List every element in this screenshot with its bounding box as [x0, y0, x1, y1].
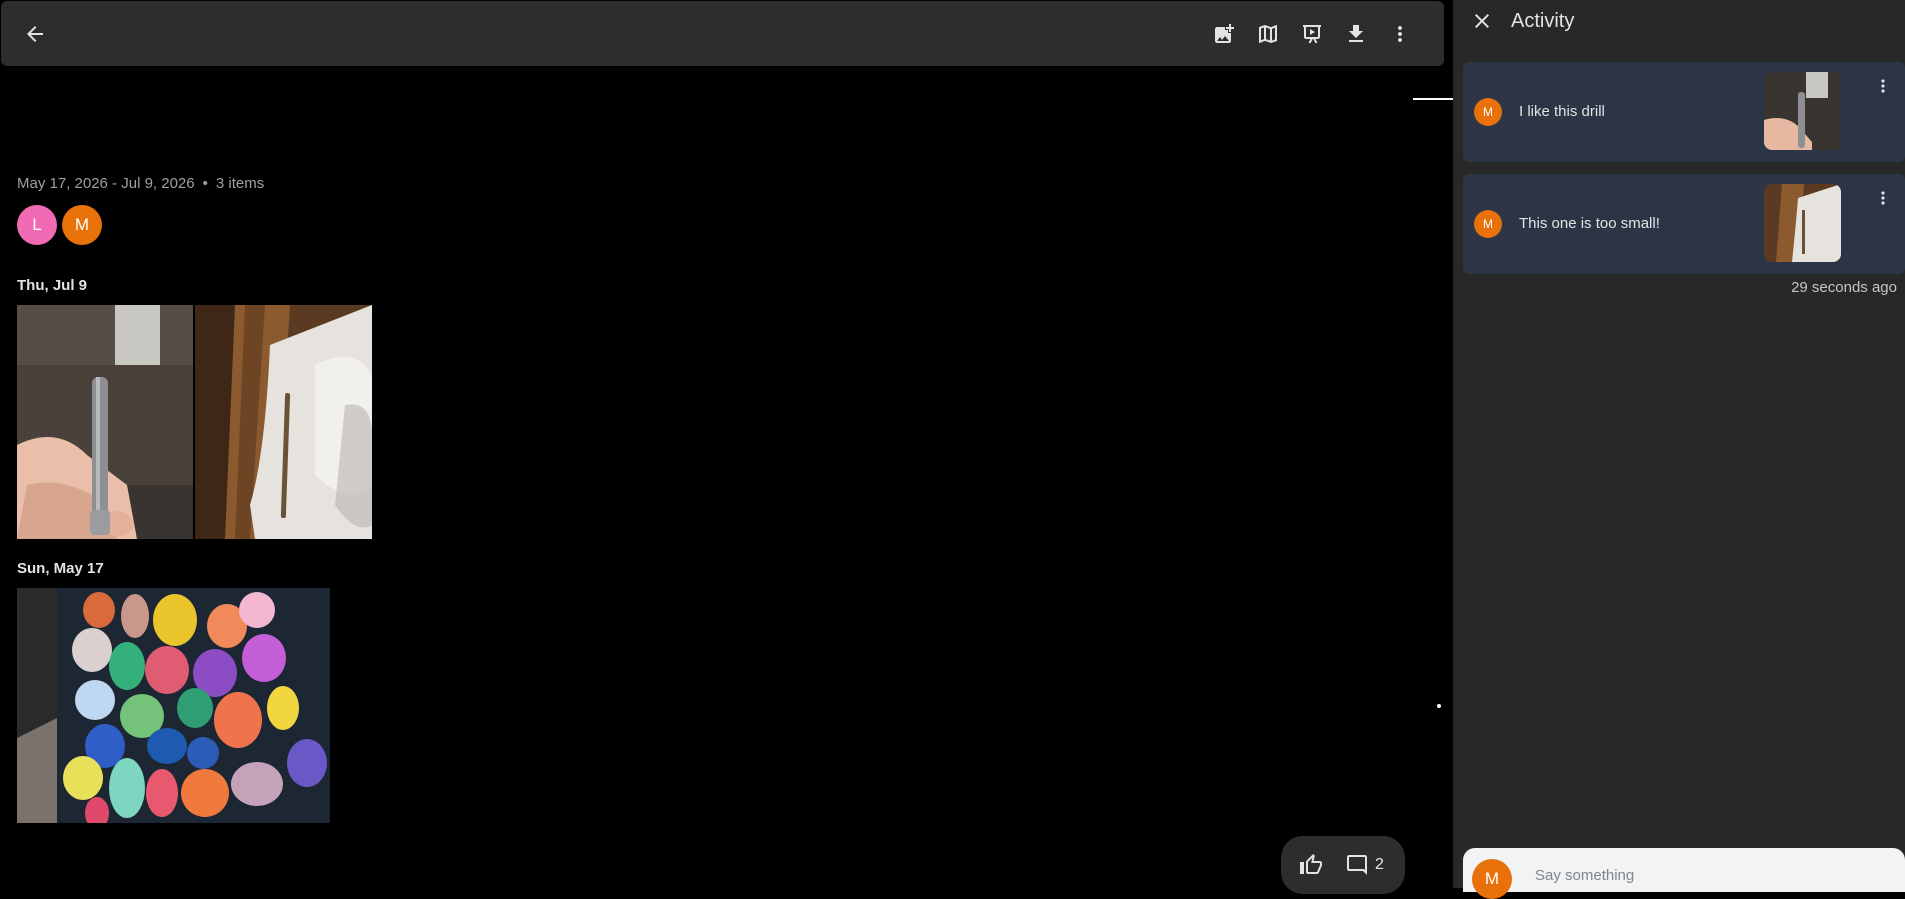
- comment-text: This one is too small!: [1519, 215, 1660, 232]
- contributor-avatar-m[interactable]: M: [62, 205, 102, 245]
- comment-more-button[interactable]: [1867, 70, 1899, 102]
- photo-image: [17, 588, 330, 823]
- meta-separator: •: [202, 175, 208, 192]
- more-vert-icon: [1881, 191, 1885, 205]
- comments-button[interactable]: 2: [1345, 845, 1384, 885]
- top-toolbar: [1, 1, 1444, 66]
- comment-thumbnail[interactable]: [1764, 72, 1841, 150]
- comment-composer: M: [1463, 848, 1905, 899]
- photo-painted-rocks[interactable]: [17, 588, 330, 823]
- photo-image: [195, 305, 372, 539]
- thumbnail-image: [1764, 72, 1841, 150]
- date-range: May 17, 2026 - Jul 9, 2026: [17, 175, 195, 192]
- loading-indicator: [1413, 98, 1453, 100]
- comment-input[interactable]: [1533, 864, 1893, 886]
- arrow-back-icon: [27, 26, 43, 42]
- download-icon: [1349, 25, 1363, 42]
- more-vert-icon: [1398, 26, 1402, 42]
- contributors: L M: [17, 205, 102, 245]
- album-meta: May 17, 2026 - Jul 9, 2026 • 3 items: [17, 175, 264, 192]
- comment-text: I like this drill: [1519, 103, 1605, 120]
- thumb-up-icon: [1300, 854, 1322, 874]
- reactions-bar: 2: [1281, 836, 1405, 894]
- comment-timestamp: 29 seconds ago: [1791, 279, 1897, 296]
- comment-avatar: M: [1474, 98, 1502, 126]
- comment-more-button[interactable]: [1867, 182, 1899, 214]
- album-view: May 17, 2026 - Jul 9, 2026 • 3 items L M T…: [0, 0, 1453, 894]
- more-options-button[interactable]: [1380, 14, 1420, 54]
- add-photos-button[interactable]: [1204, 14, 1244, 54]
- activity-panel: Activity M I like this drill M This one …: [1453, 0, 1905, 899]
- item-count: 3 items: [215, 175, 265, 192]
- comment-count: 2: [1375, 856, 1384, 873]
- section-date: Thu, Jul 9: [17, 277, 88, 294]
- add-photo-icon: [1215, 24, 1234, 43]
- photo-drill-in-hand[interactable]: [17, 305, 193, 539]
- map-button[interactable]: [1248, 14, 1288, 54]
- slideshow-icon: [1303, 25, 1321, 43]
- map-icon: [1259, 25, 1277, 43]
- download-button[interactable]: [1336, 14, 1376, 54]
- thumbnail-image: [1764, 184, 1841, 262]
- slideshow-button[interactable]: [1292, 14, 1332, 54]
- section-date: Sun, May 17: [17, 560, 104, 577]
- comment-card[interactable]: M This one is too small!: [1463, 174, 1905, 274]
- like-button[interactable]: [1291, 845, 1331, 885]
- comment-card[interactable]: M I like this drill: [1463, 62, 1905, 162]
- back-button[interactable]: [15, 14, 55, 54]
- activity-title: Activity: [1511, 10, 1575, 32]
- comment-avatar: M: [1474, 210, 1502, 238]
- close-activity-button[interactable]: [1462, 1, 1502, 41]
- photo-small-drill[interactable]: [195, 305, 372, 539]
- contributor-avatar-l[interactable]: L: [17, 205, 57, 245]
- more-vert-icon: [1881, 79, 1885, 93]
- comment-thumbnail[interactable]: [1764, 184, 1841, 262]
- close-icon: [1475, 14, 1489, 28]
- scroll-indicator: [1437, 704, 1441, 708]
- photo-image: [17, 305, 193, 539]
- comment-icon: [1347, 855, 1367, 875]
- composer-avatar: M: [1472, 859, 1512, 899]
